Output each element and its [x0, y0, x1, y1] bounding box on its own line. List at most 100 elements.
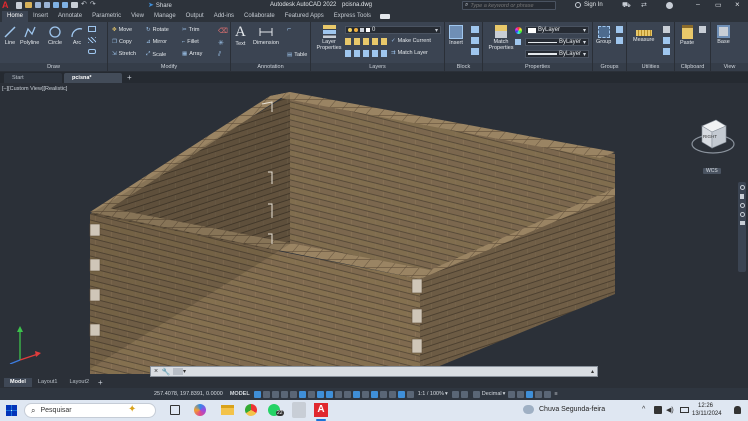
grid-icon[interactable]: [253, 390, 261, 398]
transparency-icon[interactable]: [343, 390, 351, 398]
layer-tools-row-1[interactable]: [345, 38, 387, 45]
base-button[interactable]: Base: [717, 25, 730, 45]
copilot-app-icon[interactable]: [194, 404, 206, 416]
tab-annotate[interactable]: Annotate: [53, 11, 87, 22]
tab-layout2[interactable]: Layout2: [63, 378, 95, 387]
dynamic-input-icon[interactable]: [280, 390, 288, 398]
snap-icon[interactable]: [262, 390, 270, 398]
redo-icon[interactable]: ↷: [90, 1, 96, 9]
table-button[interactable]: ▤ Table: [287, 52, 307, 58]
doc-tab-start[interactable]: Start: [4, 73, 62, 83]
coordinates-readout[interactable]: 257.4078, 197.8391, 0.0000: [154, 391, 223, 397]
utilities-panel-title[interactable]: Utilities: [627, 63, 674, 71]
tray-chevron-icon[interactable]: ^: [642, 406, 645, 413]
autocad-logo-icon[interactable]: A: [2, 1, 11, 10]
close-button[interactable]: ×: [735, 0, 740, 9]
offset-icon[interactable]: ⫽: [218, 51, 221, 59]
object-snap-icon[interactable]: [325, 390, 333, 398]
steering-wheel-icon[interactable]: [739, 185, 745, 190]
ungroup-icon[interactable]: [616, 26, 623, 33]
polyline-button[interactable]: Polyline: [20, 25, 39, 46]
make-current-button[interactable]: ✓ Make Current: [391, 38, 431, 44]
color-wheel-icon[interactable]: [515, 27, 522, 34]
array-button[interactable]: ▦ Array: [182, 51, 202, 57]
wcs-menu[interactable]: WCS: [703, 168, 721, 174]
clock-date[interactable]: 13/11/2024: [692, 411, 722, 417]
tab-featured-apps[interactable]: Featured Apps: [280, 11, 329, 22]
doc-tab-pcisna[interactable]: pcisna*: [64, 73, 122, 83]
copilot-sparkle-icon[interactable]: ✦: [128, 404, 136, 415]
showmotion-icon[interactable]: [739, 221, 745, 225]
list-icon[interactable]: [515, 39, 521, 45]
units-icon[interactable]: [472, 390, 480, 398]
volume-icon[interactable]: ◀): [666, 406, 674, 414]
viewcube[interactable]: RIGHT: [690, 114, 736, 160]
block-panel-title[interactable]: Block: [445, 63, 482, 71]
linetype-dropdown[interactable]: ByLayer ▾: [525, 38, 589, 46]
tab-layout1[interactable]: Layout1: [32, 378, 64, 387]
lock-ui-icon[interactable]: [517, 390, 525, 398]
customize-command-icon[interactable]: 🔧: [161, 368, 171, 376]
orbit-icon[interactable]: [739, 212, 745, 217]
draw-more-icon[interactable]: [88, 49, 96, 54]
ribbon-minimize-toggle[interactable]: [380, 14, 390, 19]
properties-panel-title[interactable]: Properties: [483, 63, 592, 71]
explode-icon[interactable]: ✳: [218, 39, 224, 47]
view-panel-title[interactable]: View: [711, 63, 748, 71]
share-cloud-icon[interactable]: ⇄: [641, 1, 647, 9]
quick-properties-icon[interactable]: [508, 390, 516, 398]
lineweight-icon[interactable]: [334, 390, 342, 398]
file-explorer-icon[interactable]: [221, 405, 234, 415]
pan-icon[interactable]: [740, 194, 744, 199]
command-line[interactable]: × 🔧 ▾ ▴: [150, 366, 598, 377]
edit-block-icon[interactable]: [471, 37, 479, 44]
line-button[interactable]: Line: [3, 25, 17, 46]
trim-button[interactable]: ✂ Trim: [182, 27, 199, 33]
customization-menu-icon[interactable]: ≡: [554, 391, 557, 397]
tab-home[interactable]: Home: [2, 11, 29, 22]
notification-bell-icon[interactable]: [734, 406, 741, 414]
auto-scale-icon[interactable]: [406, 390, 414, 398]
isolate-objects-icon[interactable]: [526, 390, 534, 398]
open-file-icon[interactable]: [25, 2, 32, 8]
gizmo-icon[interactable]: [388, 390, 396, 398]
weather-icon[interactable]: [523, 405, 534, 414]
copy-clip-icon[interactable]: [699, 26, 706, 33]
modify-panel-title[interactable]: Modify: [108, 63, 230, 71]
zoom-icon[interactable]: [739, 203, 745, 208]
tab-output[interactable]: Output: [181, 11, 209, 22]
groups-panel-title[interactable]: Groups: [593, 63, 626, 71]
weather-text[interactable]: Chuva Segunda-feira: [539, 406, 605, 413]
color-dropdown[interactable]: ByLayer ▾: [525, 26, 589, 34]
hardware-acceleration-icon[interactable]: [535, 390, 543, 398]
match-properties-button[interactable]: Match Properties: [487, 25, 515, 51]
drawing-viewport[interactable]: [–][Custom View][Realistic] RIGHT WCS: [0, 84, 748, 374]
model-space-toggle[interactable]: MODEL: [230, 391, 250, 397]
annotation-panel-title[interactable]: Annotation: [231, 63, 310, 71]
command-input[interactable]: [186, 367, 591, 376]
tab-view[interactable]: View: [126, 11, 149, 22]
brick-wall-model[interactable]: [0, 84, 748, 374]
dimension-button[interactable]: Dimension: [253, 25, 279, 46]
cart-icon[interactable]: ⛟: [622, 1, 631, 10]
annotation-monitor-icon[interactable]: [460, 390, 468, 398]
point-style-icon[interactable]: [663, 48, 670, 55]
chrome-icon[interactable]: [245, 404, 257, 416]
plot-icon[interactable]: [71, 2, 78, 8]
close-command-icon[interactable]: ×: [151, 368, 161, 375]
new-file-icon[interactable]: [16, 2, 22, 9]
help-search-input[interactable]: [470, 2, 555, 9]
quick-select-icon[interactable]: [663, 26, 670, 33]
hatch-icon[interactable]: [88, 37, 96, 43]
tab-manage[interactable]: Manage: [149, 11, 181, 22]
tab-add-ins[interactable]: Add-ins: [209, 11, 239, 22]
text-button[interactable]: A Text: [235, 25, 246, 48]
user-icon[interactable]: [575, 2, 581, 8]
share-button[interactable]: ➤ Share: [148, 2, 172, 9]
windows-start-icon[interactable]: [6, 405, 17, 416]
3d-osnap-icon[interactable]: [361, 390, 369, 398]
new-tab-icon[interactable]: +: [127, 73, 132, 83]
maximize-button[interactable]: ▭: [715, 1, 722, 9]
open-web-icon[interactable]: [53, 2, 59, 8]
layer-dropdown[interactable]: 0 ▾: [345, 26, 441, 34]
